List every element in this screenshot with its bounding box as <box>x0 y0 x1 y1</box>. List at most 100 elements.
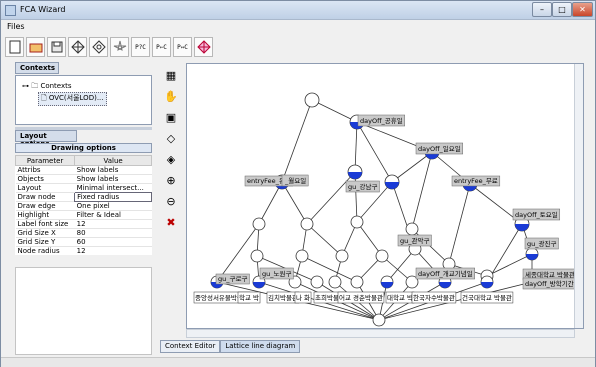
lattice-node[interactable] <box>250 249 264 263</box>
lattice-tool-icon[interactable]: ◇ <box>162 129 180 147</box>
arrow-right-icon[interactable]: P⇔C <box>173 37 192 57</box>
table-row[interactable]: Objects Show labels <box>15 174 152 184</box>
param-value[interactable]: Fixed radius <box>74 192 152 202</box>
arrow-left-icon[interactable]: P⇐C <box>152 37 171 57</box>
colored-lattice-icon[interactable] <box>194 37 213 57</box>
left-pane: Contexts ⊶ 🗀 Contexts 🗋 OVC(서울LOD)... La… <box>14 62 152 355</box>
tree-root-label: Contexts <box>40 82 72 90</box>
param-value[interactable]: Minimal intersect... <box>74 183 152 193</box>
param-name: Grid Size X <box>15 228 75 238</box>
lattice-edge <box>411 151 433 230</box>
lattice-node[interactable] <box>350 275 364 289</box>
hand-icon[interactable]: ✋ <box>162 87 180 105</box>
zoom-in-icon[interactable]: ⊕ <box>162 171 180 189</box>
lattice-node[interactable] <box>328 275 342 289</box>
tab-contexts[interactable]: Contexts <box>15 62 59 74</box>
horizontal-scrollbar[interactable] <box>186 329 575 338</box>
param-name: Layout <box>15 183 75 193</box>
lattice-node-fill <box>381 282 393 288</box>
tree-item-ovc-label: OVC(서울LOD)... <box>48 94 104 102</box>
col-parameter: Parameter <box>14 155 76 166</box>
lattice-icon[interactable] <box>68 37 87 57</box>
context-arrow-icon[interactable]: P?C <box>131 37 150 57</box>
table-row[interactable]: Layout Minimal intersect... <box>15 183 152 193</box>
col-value: Value <box>74 155 152 166</box>
attribute-label: dayOff_토요일 <box>515 210 558 219</box>
table-row[interactable]: Draw node Fixed radius <box>15 192 152 202</box>
param-name: Node radius <box>15 246 75 255</box>
table-row[interactable]: Highlight Filter & Ideal <box>15 210 152 220</box>
param-value[interactable]: Show labels <box>74 174 152 184</box>
param-name: Label font size <box>15 219 75 229</box>
object-label: 건국대학교 박물관 <box>462 293 512 302</box>
table-row[interactable]: Grid Size X 80 <box>15 228 152 238</box>
lattice-node[interactable] <box>335 249 349 263</box>
param-value[interactable]: 12 <box>74 246 152 255</box>
param-value[interactable]: One pixel <box>74 201 152 211</box>
tab-layout-options[interactable]: Layout options <box>15 130 77 148</box>
tree-item-ovc[interactable]: 🗋 OVC(서울LOD)... <box>38 92 107 106</box>
title-bar: FCA Wizard – □ ✕ <box>1 1 595 20</box>
object-label: 한국자수박물관 <box>413 293 455 302</box>
param-value[interactable]: 60 <box>74 237 152 247</box>
lattice-edge <box>391 151 433 183</box>
save-diagram-icon[interactable]: ▣ <box>162 108 180 126</box>
tab-lattice-diagram[interactable]: Lattice line diagram <box>220 340 301 353</box>
lattice-outline-icon[interactable] <box>89 37 108 57</box>
minimize-button[interactable]: – <box>532 2 552 17</box>
lattice-star-icon[interactable] <box>110 37 129 57</box>
lattice-diagram: dayOff_공휴일dayOff_일요일entryFee_유료_월요일gu_강남… <box>193 92 578 327</box>
object-label: 학교 박 <box>239 293 259 302</box>
lattice-node[interactable] <box>350 215 364 229</box>
close-button[interactable]: ✕ <box>572 2 593 17</box>
param-name: Draw edge <box>15 201 75 211</box>
lattice-node[interactable] <box>304 92 320 108</box>
new-file-icon[interactable] <box>5 37 24 57</box>
menu-files[interactable]: Files <box>7 22 25 31</box>
tab-context-editor[interactable]: Context Editor <box>160 340 221 353</box>
table-row[interactable]: Grid Size Y 60 <box>15 237 152 247</box>
zoom-out-icon[interactable]: ⊖ <box>162 192 180 210</box>
lattice-node-fill <box>481 282 493 288</box>
param-value[interactable]: Filter & Ideal <box>74 210 152 220</box>
param-name: Grid Size Y <box>15 237 75 247</box>
table-row[interactable]: Node radius 12 <box>15 246 152 255</box>
lattice-node[interactable] <box>295 249 309 263</box>
table-row[interactable]: Label font size 12 <box>15 219 152 229</box>
attribute-label: dayOff_개교기념일 <box>418 269 473 278</box>
app-icon <box>5 5 16 16</box>
lattice-node[interactable] <box>375 249 389 263</box>
lattice-edge <box>354 171 358 223</box>
lattice-edge <box>306 171 356 225</box>
app-window: FCA Wizard – □ ✕ Files P?C P⇐C P⇔C Conte… <box>0 0 596 367</box>
param-value[interactable]: Show labels <box>74 165 152 175</box>
lattice-edge <box>311 99 358 123</box>
lattice-node[interactable] <box>300 217 314 231</box>
open-folder-icon[interactable] <box>26 37 45 57</box>
maximize-button[interactable]: □ <box>552 2 572 17</box>
vertical-scrollbar[interactable] <box>574 64 583 328</box>
save-icon[interactable] <box>47 37 66 57</box>
param-value[interactable]: 80 <box>74 228 152 238</box>
grid-icon[interactable]: ▦ <box>162 66 180 84</box>
lattice-node[interactable] <box>310 275 324 289</box>
lattice-node[interactable] <box>372 313 386 327</box>
lattice-canvas[interactable]: dayOff_공휴일 dayOff_일요일 entryFee_유료 _월요일 gu_강남… <box>186 63 584 329</box>
menu-bar: Files <box>1 21 595 35</box>
table-row[interactable]: Attribs Show labels <box>15 165 152 175</box>
table-row[interactable]: Draw edge One pixel <box>15 201 152 211</box>
param-value[interactable]: 12 <box>74 219 152 229</box>
toolbar: P?C P⇐C P⇔C <box>5 37 213 59</box>
attribute-label: gu_광진구 <box>527 239 556 248</box>
attribute-label: gu_관악구 <box>400 236 429 245</box>
lattice-edge <box>301 255 358 283</box>
object-label: 나 화 <box>296 293 310 302</box>
clear-icon[interactable]: ✖ <box>162 213 180 231</box>
attribute-label: dayOff_일요일 <box>418 144 461 153</box>
attribute-label: gu_구로구 <box>218 275 247 283</box>
lattice-node-fill <box>439 282 451 288</box>
lattice-export-icon[interactable]: ◈ <box>162 150 180 168</box>
lattice-node[interactable] <box>405 222 419 236</box>
lattice-node[interactable] <box>252 217 266 231</box>
param-name: Objects <box>15 174 75 184</box>
